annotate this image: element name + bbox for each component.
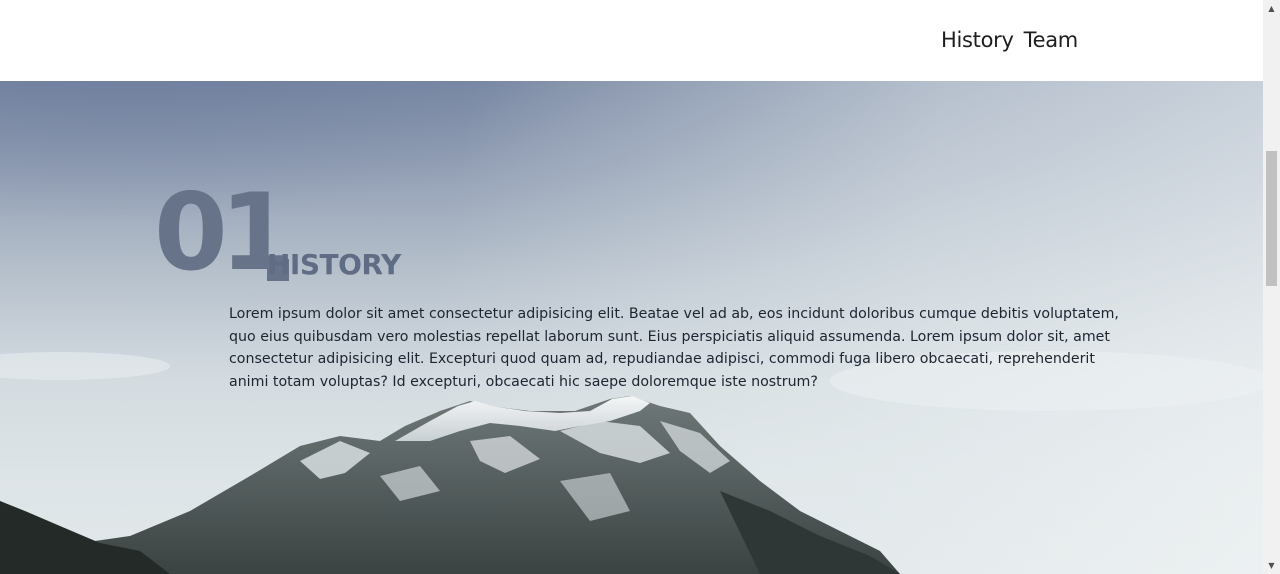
- section-number: 01: [154, 171, 293, 294]
- section-body-text: Lorem ipsum dolor sit amet consectetur a…: [229, 306, 1119, 390]
- scroll-up-icon[interactable]: ▲: [1263, 0, 1280, 17]
- vertical-scrollbar[interactable]: ▲ ▼: [1263, 0, 1280, 574]
- nav-link-history[interactable]: History: [941, 26, 1014, 54]
- page: History Team 01 HISTORY Lorem ipsum dolo…: [0, 0, 1280, 574]
- nav-link-team[interactable]: Team: [1024, 26, 1079, 54]
- site-header: History Team: [0, 0, 1263, 81]
- scroll-down-icon[interactable]: ▼: [1263, 557, 1280, 574]
- scrollbar-thumb[interactable]: [1266, 151, 1277, 286]
- main-nav: History Team: [941, 26, 1078, 54]
- history-section: 01 HISTORY Lorem ipsum dolor sit amet co…: [0, 81, 1263, 574]
- section-title: HISTORY: [267, 248, 401, 282]
